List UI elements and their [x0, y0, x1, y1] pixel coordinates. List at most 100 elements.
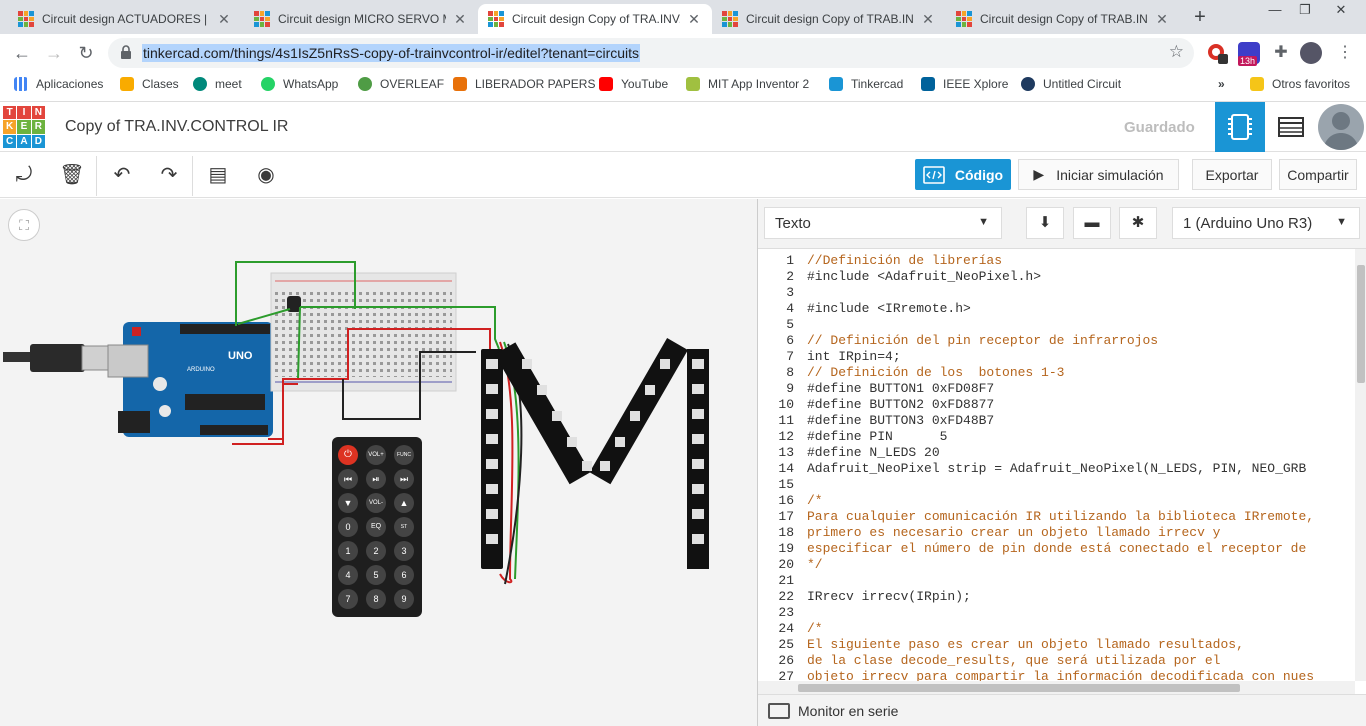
- forward-icon[interactable]: →: [42, 41, 66, 65]
- remote-button[interactable]: ST REPT: [394, 517, 414, 537]
- remote-power-button[interactable]: ⏻: [338, 445, 358, 465]
- code-line[interactable]: */: [807, 557, 1314, 573]
- code-button[interactable]: Código: [915, 159, 1011, 190]
- notes-icon[interactable]: ▤: [204, 161, 232, 189]
- code-line[interactable]: [807, 285, 1314, 301]
- code-editor[interactable]: 1 2 3 4 5 6 7 8 9 10 11 12 13 14 15 16 17 18 19 20 21 22 23 24 2…: [758, 249, 1355, 694]
- code-line[interactable]: Para cualquier comunicación IR utilizand…: [807, 509, 1314, 525]
- user-avatar[interactable]: [1318, 104, 1364, 150]
- profile-avatar-icon[interactable]: [1300, 42, 1322, 64]
- remote-button[interactable]: 0: [338, 517, 358, 537]
- remote-button[interactable]: ⏯: [366, 469, 386, 489]
- bookmark-untitled-circuit[interactable]: Untitled Circuit: [1021, 77, 1121, 91]
- close-window-icon[interactable]: ✕: [1326, 2, 1356, 18]
- share-button[interactable]: Compartir: [1279, 159, 1357, 190]
- project-title[interactable]: Copy of TRA.INV.CONTROL IR: [65, 118, 288, 136]
- browser-tab-2[interactable]: Circuit design Copy of TRA.INV.( ✕: [478, 4, 712, 34]
- remote-button[interactable]: ▲: [394, 493, 414, 513]
- code-line[interactable]: [807, 573, 1314, 589]
- debug-bug-icon[interactable]: ✱: [1119, 207, 1157, 239]
- circuit-canvas[interactable]: ⛶ UNO ARDUINO ⏻ VOL+ FUNC ⏮ ⏯ ⏭ ▼ VOL- ▲…: [0, 199, 757, 726]
- restore-icon[interactable]: ❐: [1290, 2, 1320, 18]
- code-line[interactable]: IRrecv irrecv(IRpin);: [807, 589, 1314, 605]
- scroll-thumb[interactable]: [1357, 265, 1365, 383]
- remote-button[interactable]: 6: [394, 565, 414, 585]
- remote-button[interactable]: 4: [338, 565, 358, 585]
- code-lines[interactable]: //Definición de librerías #include <Adafr…: [807, 253, 1314, 694]
- horizontal-scrollbar[interactable]: [758, 681, 1355, 694]
- calendar-extension-icon[interactable]: 13h: [1238, 42, 1260, 66]
- other-bookmarks[interactable]: Otros favoritos: [1250, 77, 1350, 91]
- bookmark-app-inventor[interactable]: MIT App Inventor 2: [686, 77, 809, 91]
- browser-tab-1[interactable]: Circuit design MICRO SERVO M ✕: [244, 4, 478, 34]
- code-line[interactable]: #define BUTTON1 0xFD08F7: [807, 381, 1314, 397]
- bookmarks-overflow[interactable]: »: [1218, 77, 1225, 91]
- close-tab-icon[interactable]: ✕: [920, 11, 936, 28]
- code-line[interactable]: #define BUTTON2 0xFD8877: [807, 397, 1314, 413]
- code-line[interactable]: primero es necesario crear un objeto lla…: [807, 525, 1314, 541]
- bookmark-ieee[interactable]: IEEE Xplore: [921, 77, 1008, 91]
- browser-tab-3[interactable]: Circuit design Copy of TRAB.INV ✕: [712, 4, 946, 34]
- code-line[interactable]: /*: [807, 621, 1314, 637]
- extension-red-icon[interactable]: [1206, 42, 1228, 64]
- code-line[interactable]: especificar el número de pin donde está …: [807, 541, 1314, 557]
- bookmark-liberador[interactable]: LIBERADOR PAPERS: [453, 77, 595, 91]
- remote-button[interactable]: EQ: [366, 517, 386, 537]
- library-icon[interactable]: ▬: [1073, 207, 1111, 239]
- remote-button[interactable]: VOL+: [366, 445, 386, 465]
- start-simulation-button[interactable]: ▶ Iniciar simulación: [1018, 159, 1179, 190]
- redo-icon[interactable]: ↷: [155, 161, 183, 189]
- address-bar[interactable]: tinkercad.com/things/4s1IsZ5nRsS-copy-of…: [108, 38, 1194, 68]
- reload-icon[interactable]: ↻: [74, 41, 98, 65]
- browser-tab-0[interactable]: Circuit design ACTUADORES | Ti ✕: [8, 4, 242, 34]
- bookmark-whatsapp[interactable]: WhatsApp: [261, 77, 338, 91]
- code-line[interactable]: /*: [807, 493, 1314, 509]
- circuit-view-button[interactable]: [1215, 102, 1265, 152]
- scroll-thumb[interactable]: [798, 684, 1240, 692]
- bookmark-meet[interactable]: meet: [193, 77, 242, 91]
- code-line[interactable]: #define N_LEDS 20: [807, 445, 1314, 461]
- close-tab-icon[interactable]: ✕: [1154, 11, 1170, 28]
- code-line[interactable]: #define BUTTON3 0xFD48B7: [807, 413, 1314, 429]
- code-line[interactable]: #include <IRremote.h>: [807, 301, 1314, 317]
- bookmark-clases[interactable]: Clases: [120, 77, 179, 91]
- remote-button[interactable]: 8: [366, 589, 386, 609]
- code-line[interactable]: El siguiente paso es crear un objeto lla…: [807, 637, 1314, 653]
- close-tab-icon[interactable]: ✕: [216, 11, 232, 28]
- bookmark-overleaf[interactable]: OVERLEAF: [358, 77, 444, 91]
- code-line[interactable]: [807, 605, 1314, 621]
- device-select[interactable]: 1 (Arduino Uno R3) ▼: [1172, 207, 1360, 239]
- vertical-scrollbar[interactable]: [1355, 249, 1366, 681]
- code-line[interactable]: #include <Adafruit_NeoPixel.h>: [807, 269, 1314, 285]
- rotate-icon[interactable]: ⤾: [10, 161, 38, 189]
- code-mode-select[interactable]: Texto ▼: [764, 207, 1002, 239]
- remote-button[interactable]: ▼: [338, 493, 358, 513]
- code-line[interactable]: [807, 477, 1314, 493]
- close-tab-icon[interactable]: ✕: [452, 11, 468, 28]
- bookmark-apps[interactable]: Aplicaciones: [14, 77, 103, 91]
- remote-button[interactable]: 5: [366, 565, 386, 585]
- code-line[interactable]: // Definición del pin receptor de infrar…: [807, 333, 1314, 349]
- close-tab-icon[interactable]: ✕: [686, 11, 702, 28]
- arduino-uno-board[interactable]: [107, 322, 273, 437]
- remote-button[interactable]: ⏮: [338, 469, 358, 489]
- url-text[interactable]: tinkercad.com/things/4s1IsZ5nRsS-copy-of…: [142, 44, 641, 62]
- remote-button[interactable]: 7: [338, 589, 358, 609]
- remote-button[interactable]: VOL-: [366, 493, 386, 513]
- code-line[interactable]: #define PIN 5: [807, 429, 1314, 445]
- code-line[interactable]: de la clase decode_results, que será uti…: [807, 653, 1314, 669]
- remote-button[interactable]: 9: [394, 589, 414, 609]
- code-line[interactable]: //Definición de librerías: [807, 253, 1314, 269]
- eye-icon[interactable]: ◉: [252, 161, 280, 189]
- code-line[interactable]: // Definición de los botones 1-3: [807, 365, 1314, 381]
- bookmark-youtube[interactable]: YouTube: [599, 77, 668, 91]
- undo-icon[interactable]: ↶: [108, 161, 136, 189]
- browser-tab-4[interactable]: Circuit design Copy of TRAB.INV ✕: [946, 4, 1180, 34]
- minimize-icon[interactable]: —: [1260, 2, 1290, 17]
- download-icon[interactable]: ⬇: [1026, 207, 1064, 239]
- bookmark-tinkercad[interactable]: Tinkercad: [829, 77, 903, 91]
- component-list-button[interactable]: [1266, 102, 1316, 152]
- bookmark-star-icon[interactable]: ☆: [1169, 42, 1184, 62]
- serial-monitor-bar[interactable]: Monitor en serie: [758, 694, 1366, 726]
- code-line[interactable]: [807, 317, 1314, 333]
